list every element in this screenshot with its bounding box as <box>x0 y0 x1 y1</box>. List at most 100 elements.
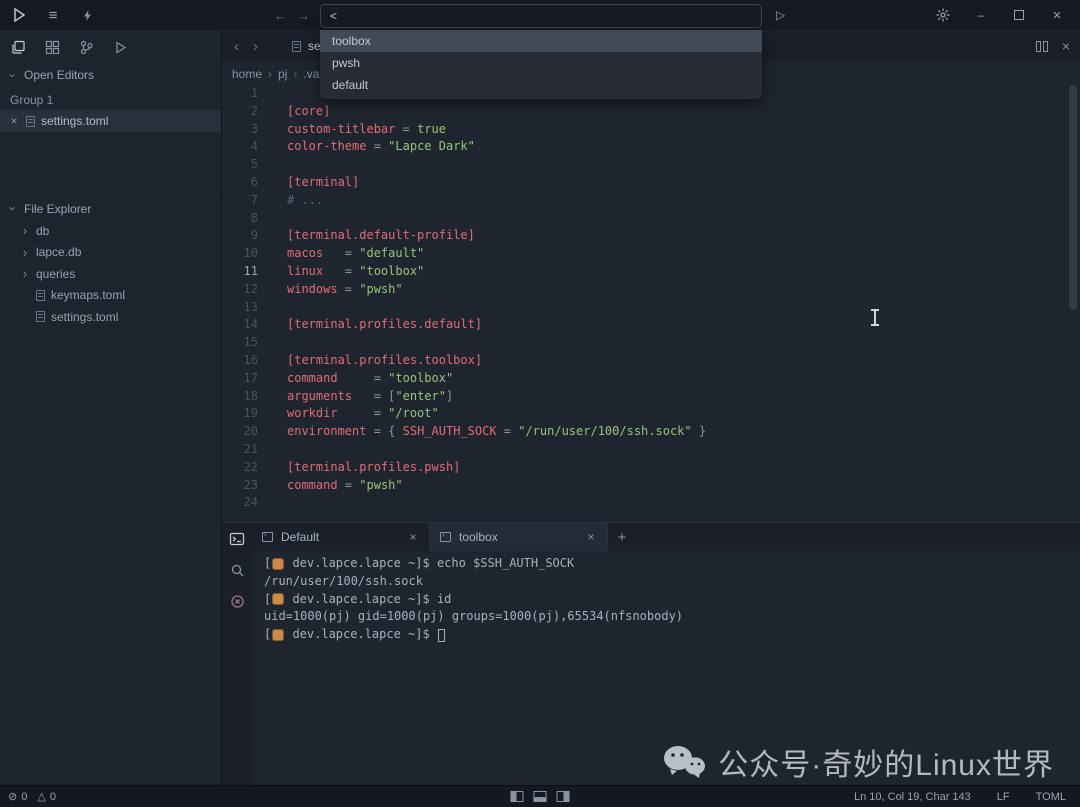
chevron-right-icon: › <box>20 266 30 281</box>
code-line[interactable]: 20environment = { SSH_AUTH_SOCK = "/run/… <box>222 423 1080 441</box>
source-control-icon[interactable] <box>78 39 95 56</box>
palette-item-default[interactable]: default <box>320 74 762 96</box>
breadcrumb-item[interactable]: pj <box>278 67 287 81</box>
palette-input[interactable]: < <box>320 4 762 28</box>
code-line[interactable]: 4color-theme = "Lapce Dark" <box>222 138 1080 156</box>
tree-item-keymaps.toml[interactable]: keymaps.toml <box>0 285 221 307</box>
line-number: 17 <box>222 370 258 388</box>
chevron-right-icon: › <box>20 245 30 260</box>
code-line[interactable]: 6[terminal] <box>222 174 1080 192</box>
language-mode[interactable]: TOML <box>1036 791 1066 803</box>
code-token: "toolbox" <box>388 371 453 385</box>
nav-forward-icon[interactable]: → <box>297 8 310 23</box>
palette-item-pwsh[interactable]: pwsh <box>320 52 762 74</box>
problems-status[interactable]: ⊘ 0 △ 0 <box>8 790 56 803</box>
code-line[interactable]: 21 <box>222 441 1080 459</box>
line-number: 2 <box>222 103 258 121</box>
settings-gear-icon[interactable] <box>934 6 952 24</box>
tree-item-queries[interactable]: ›queries <box>0 263 221 285</box>
file-icon <box>292 41 301 52</box>
panel-icon-strip <box>222 523 252 785</box>
cursor-position[interactable]: Ln 10, Col 19, Char 143 <box>854 791 971 803</box>
terminal-icon <box>262 532 273 542</box>
split-editor-icon[interactable] <box>1036 41 1048 52</box>
file-explorer-label: File Explorer <box>24 202 91 216</box>
code-line[interactable]: 15 <box>222 334 1080 352</box>
code-line[interactable]: 18arguments = ["enter"] <box>222 388 1080 406</box>
editor-back-icon[interactable]: ‹ <box>234 38 239 55</box>
close-editor-icon[interactable]: × <box>1062 38 1070 54</box>
plugins-icon[interactable] <box>44 39 61 56</box>
window-minimize-button[interactable]: – <box>972 6 990 24</box>
remote-connect-icon[interactable] <box>78 6 96 24</box>
close-icon[interactable]: × <box>585 530 597 544</box>
run-button[interactable]: ▷ <box>776 0 785 30</box>
code-line[interactable]: 5 <box>222 156 1080 174</box>
code-editor[interactable]: 12[core]3custom-titlebar = true4color-th… <box>222 85 1080 522</box>
toggle-left-panel-icon[interactable] <box>511 791 524 802</box>
terminal-line: [ dev.lapce.lapce ~]$ echo $SSH_AUTH_SOC… <box>264 555 1080 573</box>
toggle-right-panel-icon[interactable] <box>557 791 570 802</box>
code-token: macos <box>287 246 323 260</box>
code-token: = <box>338 371 389 385</box>
code-line[interactable]: 9[terminal.default-profile] <box>222 227 1080 245</box>
search-panel-icon[interactable] <box>230 563 245 578</box>
code-line[interactable]: 7# ... <box>222 192 1080 210</box>
terminal-tab-toolbox[interactable]: toolbox× <box>430 523 608 551</box>
code-line[interactable]: 12windows = "pwsh" <box>222 281 1080 299</box>
code-line[interactable]: 23command = "pwsh" <box>222 477 1080 495</box>
menu-icon[interactable]: ≡ <box>44 6 62 24</box>
code-line[interactable]: 2 [core] <box>222 103 1080 121</box>
terminal-panel-icon[interactable] <box>229 531 245 547</box>
code-line[interactable]: 24 <box>222 494 1080 512</box>
tree-item-db[interactable]: ›db <box>0 220 221 242</box>
editor-scrollbar[interactable] <box>1069 85 1077 310</box>
code-token: = <box>366 139 388 153</box>
close-icon[interactable]: × <box>407 530 419 544</box>
chevron-right-icon: › <box>20 223 30 238</box>
code-line[interactable]: 10macos = "default" <box>222 245 1080 263</box>
code-token: workdir <box>287 406 338 420</box>
terminal-cursor <box>438 629 445 642</box>
terminal-tab-Default[interactable]: Default× <box>252 523 430 551</box>
code-line[interactable]: 8 <box>222 210 1080 228</box>
tree-item-settings.toml[interactable]: settings.toml <box>0 306 221 328</box>
activity-bar <box>0 30 221 64</box>
open-editor-label: settings.toml <box>41 114 108 128</box>
code-line[interactable]: 19workdir = "/root" <box>222 405 1080 423</box>
code-token: = <box>352 389 388 403</box>
code-token: "enter" <box>395 389 446 403</box>
open-editor-item-settings-toml[interactable]: × settings.toml <box>0 110 221 132</box>
line-number: 18 <box>222 388 258 406</box>
open-editors-header[interactable]: › Open Editors <box>0 64 221 86</box>
window-close-button[interactable]: × <box>1048 6 1066 24</box>
code-line[interactable]: 14[terminal.profiles.default] <box>222 316 1080 334</box>
code-line[interactable]: 22[terminal.profiles.pwsh] <box>222 459 1080 477</box>
close-icon[interactable]: × <box>8 114 20 128</box>
code-token: [terminal.profiles.default] <box>287 317 482 331</box>
problems-panel-icon[interactable] <box>230 594 245 609</box>
toggle-bottom-panel-icon[interactable] <box>534 791 547 802</box>
line-number: 23 <box>222 477 258 495</box>
nav-back-icon[interactable]: ← <box>274 8 287 23</box>
breadcrumb-item[interactable]: home <box>232 67 262 81</box>
file-explorer-icon[interactable] <box>10 39 27 56</box>
breadcrumb-item[interactable]: .va <box>303 67 319 81</box>
code-line[interactable]: 13 <box>222 299 1080 317</box>
debug-icon[interactable] <box>112 39 129 56</box>
code-line[interactable]: 17command = "toolbox" <box>222 370 1080 388</box>
line-content: [core] <box>287 103 330 121</box>
status-bar: ⊘ 0 △ 0 Ln 10, Col 19, Char 143 LF TOML <box>0 785 1080 807</box>
file-explorer-header[interactable]: › File Explorer <box>0 196 221 220</box>
tree-item-lapce.db[interactable]: ›lapce.db <box>0 242 221 264</box>
new-terminal-button[interactable]: + <box>608 523 636 551</box>
window-maximize-button[interactable] <box>1010 6 1028 24</box>
palette-item-toolbox[interactable]: toolbox <box>320 30 762 52</box>
terminal-text: dev.lapce.lapce ~]$ <box>285 626 437 644</box>
code-line[interactable]: 3custom-titlebar = true <box>222 121 1080 139</box>
code-line[interactable]: 16[terminal.profiles.toolbox] <box>222 352 1080 370</box>
code-line[interactable]: 11linux = "toolbox" <box>222 263 1080 281</box>
code-token: = <box>338 478 360 492</box>
editor-forward-icon[interactable]: › <box>253 38 258 55</box>
line-ending[interactable]: LF <box>997 791 1010 803</box>
